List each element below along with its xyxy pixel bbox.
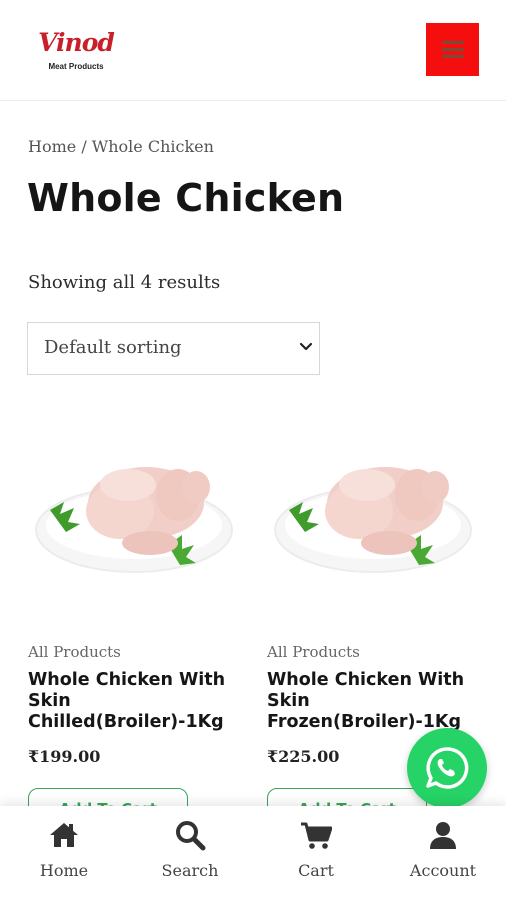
cart-icon bbox=[301, 822, 332, 849]
product-image[interactable] bbox=[28, 425, 240, 615]
menu-button[interactable] bbox=[426, 23, 479, 76]
product-image[interactable] bbox=[267, 425, 479, 615]
page-title: Whole Chicken bbox=[27, 176, 345, 220]
product-category[interactable]: All Products bbox=[267, 643, 360, 661]
whatsapp-button[interactable] bbox=[407, 728, 487, 808]
site-logo[interactable]: Vinod Meat Products bbox=[34, 28, 118, 74]
nav-account-label: Account bbox=[409, 861, 477, 880]
user-icon bbox=[430, 822, 456, 849]
product-card[interactable]: All Products Whole Chicken With Skin Chi… bbox=[28, 425, 248, 832]
product-title[interactable]: Whole Chicken With Skin Frozen(Broiler)-… bbox=[267, 670, 487, 733]
breadcrumb-separator: / bbox=[76, 137, 92, 156]
sort-selected-value: Default sorting bbox=[44, 337, 182, 358]
nav-cart[interactable]: Cart bbox=[253, 806, 379, 900]
logo-text: Vinod bbox=[38, 28, 115, 57]
nav-account[interactable]: Account bbox=[380, 806, 506, 900]
product-price: ₹225.00 bbox=[267, 747, 340, 766]
home-icon bbox=[50, 823, 78, 847]
product-card[interactable]: All Products Whole Chicken With Skin Fro… bbox=[267, 425, 487, 832]
nav-search-label: Search bbox=[161, 861, 219, 880]
result-count: Showing all 4 results bbox=[28, 272, 221, 293]
chevron-down-icon bbox=[299, 342, 313, 351]
nav-home[interactable]: Home bbox=[1, 806, 127, 900]
sort-dropdown[interactable]: Default sorting bbox=[27, 322, 320, 375]
breadcrumb: Home / Whole Chicken bbox=[28, 137, 214, 156]
whatsapp-icon bbox=[426, 747, 469, 789]
nav-search[interactable]: Search bbox=[127, 806, 253, 900]
nav-home-label: Home bbox=[39, 861, 89, 880]
site-header: Vinod Meat Products bbox=[0, 0, 506, 101]
product-title[interactable]: Whole Chicken With Skin Chilled(Broiler)… bbox=[28, 670, 248, 733]
search-icon bbox=[176, 821, 206, 851]
hamburger-icon bbox=[441, 41, 464, 44]
logo-subtext: Meat Products bbox=[48, 62, 104, 71]
nav-cart-label: Cart bbox=[298, 861, 334, 880]
breadcrumb-home-link[interactable]: Home bbox=[28, 137, 76, 156]
bottom-navigation: Home Search Cart Account bbox=[0, 806, 506, 900]
product-category[interactable]: All Products bbox=[28, 643, 121, 661]
breadcrumb-current: Whole Chicken bbox=[91, 137, 214, 156]
product-price: ₹199.00 bbox=[28, 747, 101, 766]
